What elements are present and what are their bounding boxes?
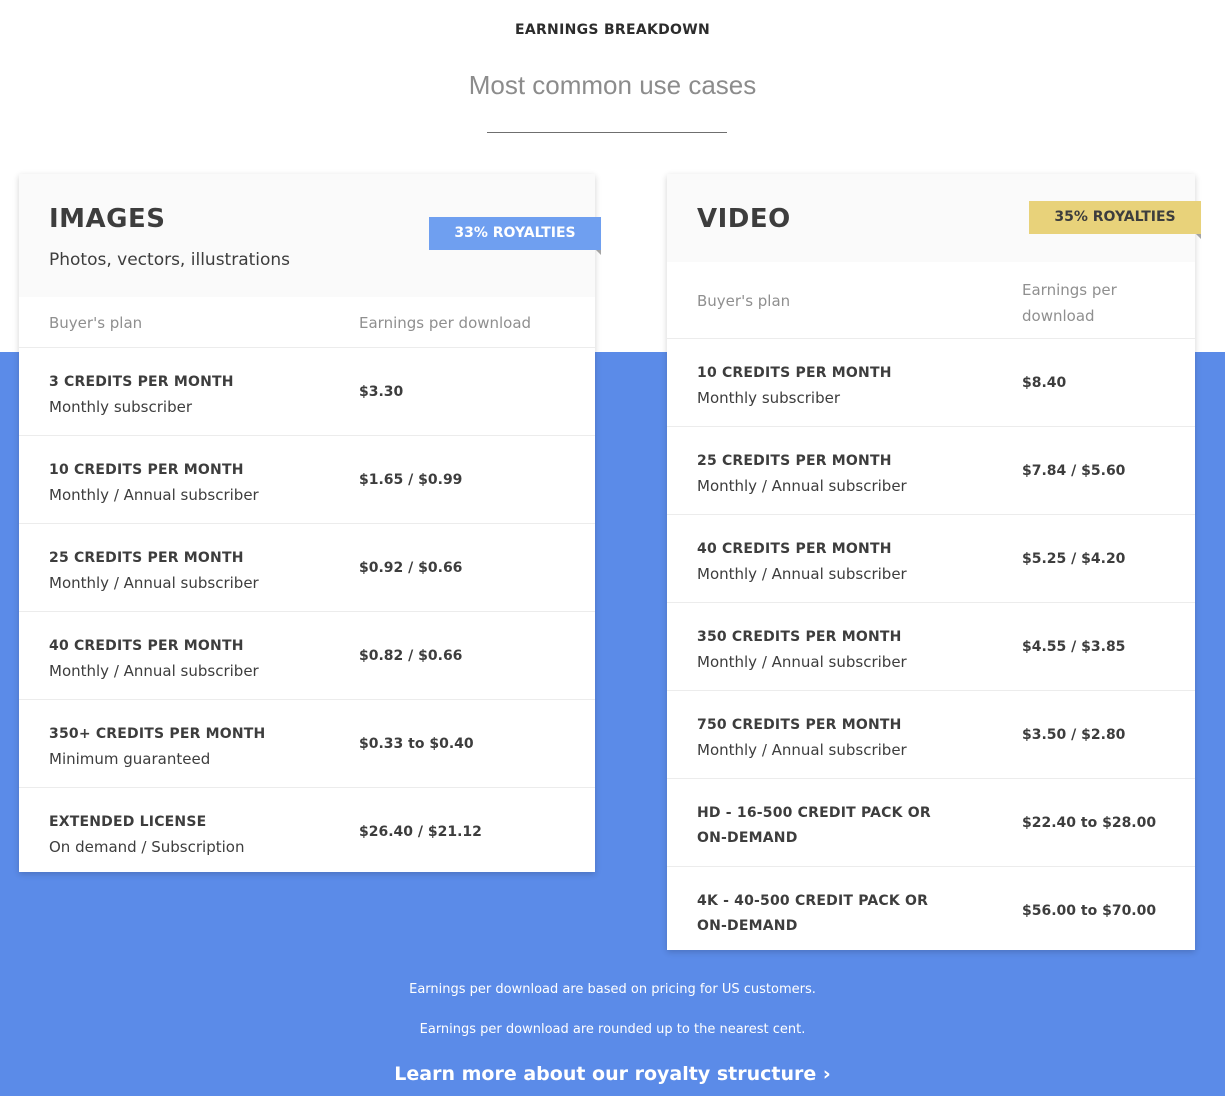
price-cell: $7.84 / $5.60 <box>1022 462 1126 479</box>
plan-name: EXTENDED LICENSE <box>49 814 207 830</box>
video-col-plan: Buyer's plan <box>697 292 791 310</box>
plan-cell: HD - 16-500 CREDIT PACK OR ON-DEMAND <box>697 801 957 851</box>
plan-cell: 40 CREDITS PER MONTH Monthly / Annual su… <box>697 537 957 587</box>
plan-cell: 3 CREDITS PER MONTH Monthly subscriber <box>49 370 234 420</box>
plan-name: 350+ CREDITS PER MONTH <box>49 726 266 742</box>
table-row: 40 CREDITS PER MONTH Monthly / Annual su… <box>19 612 595 700</box>
table-row: 750 CREDITS PER MONTH Monthly / Annual s… <box>667 691 1195 779</box>
plan-cell: 750 CREDITS PER MONTH Monthly / Annual s… <box>697 713 957 763</box>
table-row: 25 CREDITS PER MONTH Monthly / Annual su… <box>667 427 1195 515</box>
table-row: 4K - 40-500 CREDIT PACK OR ON-DEMAND $56… <box>667 867 1195 954</box>
table-row: 350+ CREDITS PER MONTH Minimum guarantee… <box>19 700 595 788</box>
video-royalty-badge: 35% ROYALTIES <box>1029 201 1201 239</box>
plan-description: Monthly / Annual subscriber <box>697 477 907 495</box>
plan-description: Monthly / Annual subscriber <box>49 662 259 680</box>
plan-name: 40 CREDITS PER MONTH <box>697 541 892 557</box>
plan-name: 10 CREDITS PER MONTH <box>697 365 892 381</box>
plan-cell: 10 CREDITS PER MONTH Monthly subscriber <box>697 361 957 411</box>
plan-description: Monthly subscriber <box>697 389 840 407</box>
price-cell: $5.25 / $4.20 <box>1022 550 1126 567</box>
images-col-plan: Buyer's plan <box>49 314 143 332</box>
table-row: HD - 16-500 CREDIT PACK OR ON-DEMAND $22… <box>667 779 1195 867</box>
price-cell: $1.65 / $0.99 <box>359 471 463 488</box>
plan-cell: 350 CREDITS PER MONTH Monthly / Annual s… <box>697 625 957 675</box>
plan-description: Monthly / Annual subscriber <box>49 486 259 504</box>
images-card-title: IMAGES <box>49 204 166 234</box>
price-cell: $22.40 to $28.00 <box>1022 814 1157 831</box>
plan-cell: 350+ CREDITS PER MONTH Minimum guarantee… <box>49 722 265 772</box>
section-headline: Most common use cases <box>468 70 757 100</box>
table-row: 10 CREDITS PER MONTH Monthly / Annual su… <box>19 436 595 524</box>
plan-name: 750 CREDITS PER MONTH <box>697 717 902 733</box>
plan-cell: 10 CREDITS PER MONTH Monthly / Annual su… <box>49 458 259 508</box>
images-card-subtitle: Photos, vectors, illustrations <box>49 250 291 270</box>
plan-name: 25 CREDITS PER MONTH <box>49 550 244 566</box>
plan-name: 10 CREDITS PER MONTH <box>49 462 244 478</box>
plan-name: 4K - 40-500 CREDIT PACK OR ON-DEMAND <box>697 893 929 934</box>
plan-cell: 25 CREDITS PER MONTH Monthly / Annual su… <box>49 546 259 596</box>
price-cell: $3.30 <box>359 383 404 400</box>
plan-name: 40 CREDITS PER MONTH <box>49 638 244 654</box>
video-col-earnings: Earnings per download <box>1022 281 1117 325</box>
plan-cell: 40 CREDITS PER MONTH Monthly / Annual su… <box>49 634 259 684</box>
images-column-headers: Buyer's plan Earnings per download <box>19 297 595 348</box>
price-cell: $4.55 / $3.85 <box>1022 638 1126 655</box>
price-cell: $8.40 <box>1022 374 1067 391</box>
images-rows: 3 CREDITS PER MONTH Monthly subscriber $… <box>19 348 595 875</box>
plan-description: On demand / Subscription <box>49 838 245 856</box>
plan-name: HD - 16-500 CREDIT PACK OR ON-DEMAND <box>697 805 931 846</box>
price-cell: $56.00 to $70.00 <box>1022 902 1157 919</box>
plan-description: Monthly / Annual subscriber <box>697 565 907 583</box>
video-card: VIDEO 35% ROYALTIES Buyer's plan Earning… <box>667 174 1201 950</box>
table-row: 25 CREDITS PER MONTH Monthly / Annual su… <box>19 524 595 612</box>
plan-name: 25 CREDITS PER MONTH <box>697 453 892 469</box>
table-row: 3 CREDITS PER MONTH Monthly subscriber $… <box>19 348 595 436</box>
footnote-rounding: Earnings per download are rounded up to … <box>419 1022 806 1037</box>
plan-cell: 25 CREDITS PER MONTH Monthly / Annual su… <box>697 449 957 499</box>
section-eyebrow: EARNINGS BREAKDOWN <box>514 22 711 38</box>
images-card-header: IMAGES Photos, vectors, illustrations 33… <box>19 174 601 297</box>
price-cell: $0.92 / $0.66 <box>359 559 463 576</box>
price-cell: $0.33 to $0.40 <box>359 735 474 752</box>
video-card-header: VIDEO 35% ROYALTIES <box>667 174 1201 262</box>
table-row: 10 CREDITS PER MONTH Monthly subscriber … <box>667 339 1195 427</box>
plan-name: 350 CREDITS PER MONTH <box>697 629 902 645</box>
table-row: 350 CREDITS PER MONTH Monthly / Annual s… <box>667 603 1195 691</box>
plan-description: Monthly / Annual subscriber <box>49 574 259 592</box>
headline-divider <box>487 132 727 133</box>
price-cell: $26.40 / $21.12 <box>359 823 482 840</box>
plan-cell: 4K - 40-500 CREDIT PACK OR ON-DEMAND <box>697 889 957 939</box>
learn-more-link[interactable]: Learn more about our royalty structure › <box>0 1063 1225 1085</box>
images-col-earnings: Earnings per download <box>359 314 532 332</box>
plan-description: Monthly / Annual subscriber <box>697 653 907 671</box>
video-card-title: VIDEO <box>697 204 791 234</box>
footnote-pricing: Earnings per download are based on prici… <box>409 982 816 997</box>
price-cell: $3.50 / $2.80 <box>1022 726 1126 743</box>
plan-description: Minimum guaranteed <box>49 750 211 768</box>
price-cell: $0.82 / $0.66 <box>359 647 463 664</box>
plan-description: Monthly subscriber <box>49 398 192 416</box>
table-row: 40 CREDITS PER MONTH Monthly / Annual su… <box>667 515 1195 603</box>
video-column-headers: Buyer's plan Earnings per download <box>667 262 1195 339</box>
video-rows: 10 CREDITS PER MONTH Monthly subscriber … <box>667 339 1195 954</box>
table-row: EXTENDED LICENSE On demand / Subscriptio… <box>19 788 595 875</box>
plan-cell: EXTENDED LICENSE On demand / Subscriptio… <box>49 810 244 860</box>
plan-name: 3 CREDITS PER MONTH <box>49 374 234 390</box>
images-card: IMAGES Photos, vectors, illustrations 33… <box>19 174 601 875</box>
plan-description: Monthly / Annual subscriber <box>697 741 907 759</box>
images-royalty-badge: 33% ROYALTIES <box>429 217 601 255</box>
